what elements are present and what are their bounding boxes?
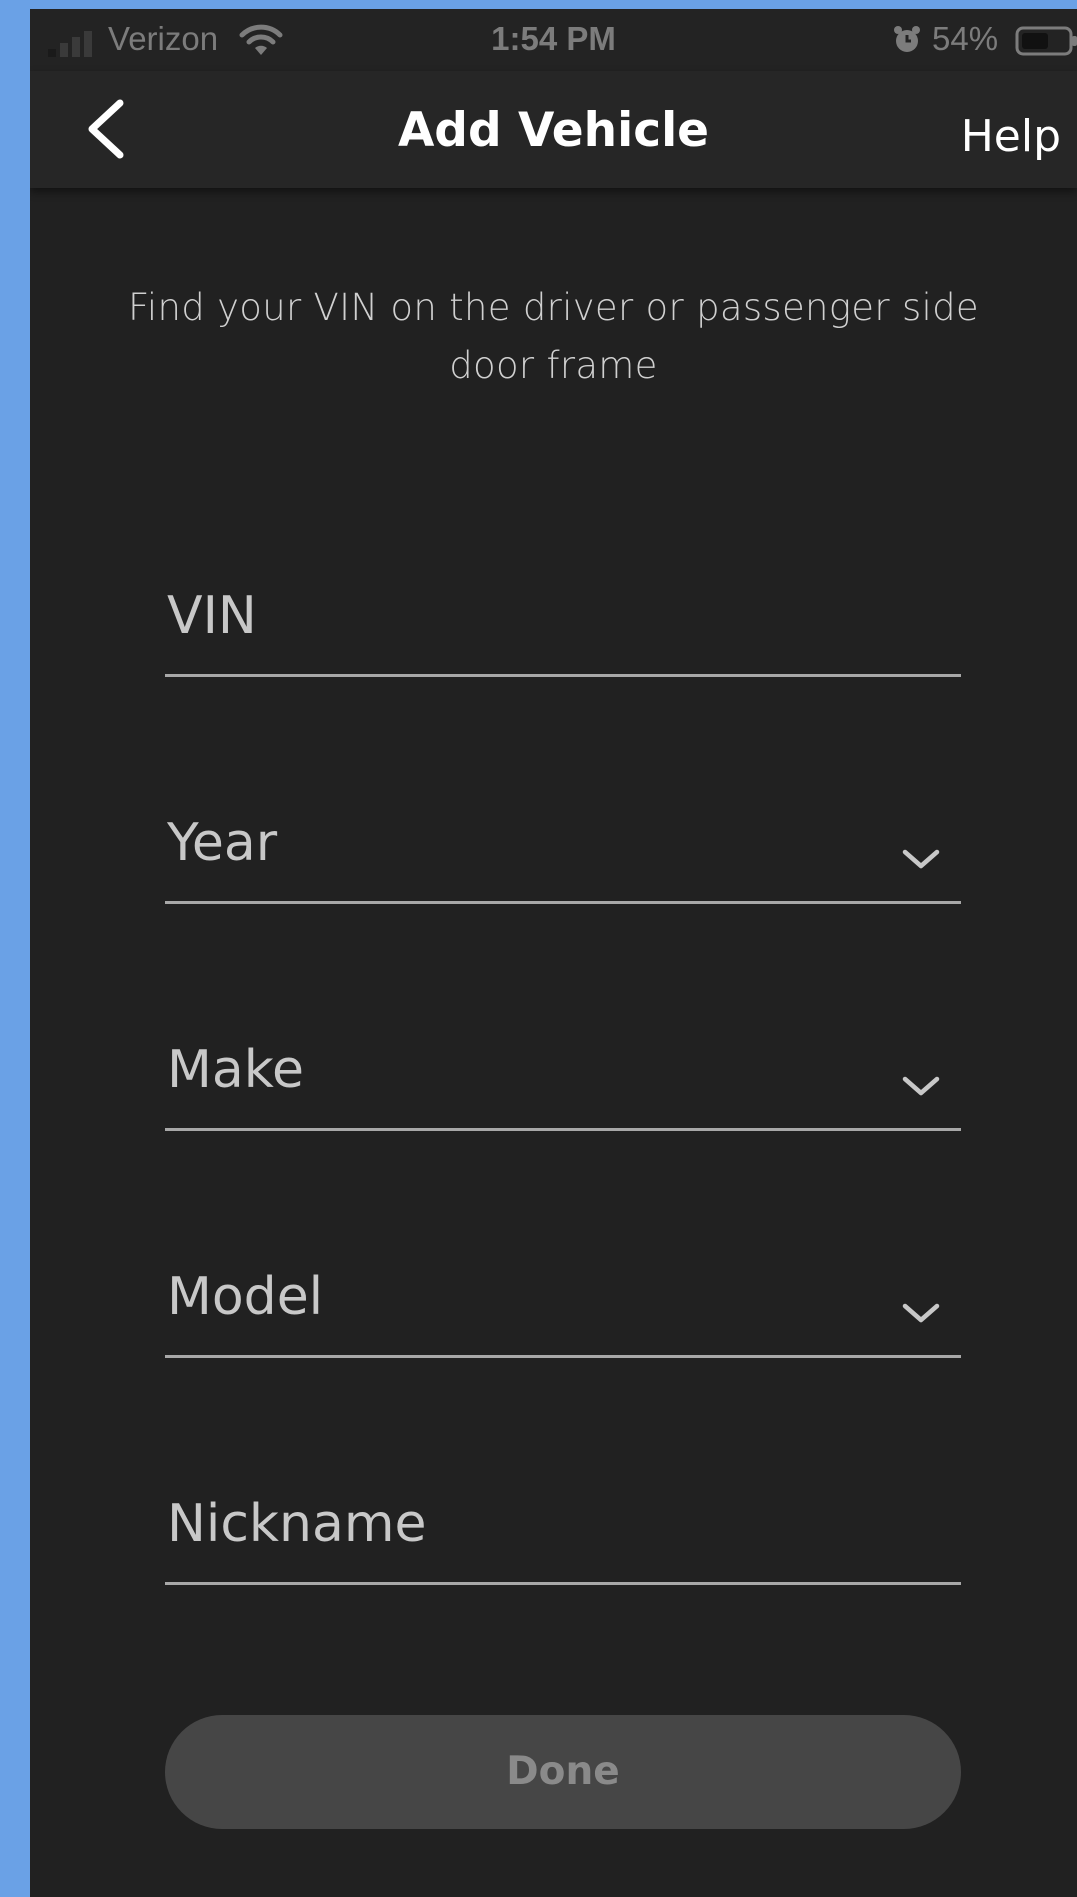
make-select-label: Make (167, 1040, 304, 1100)
help-button[interactable]: Help (961, 109, 1061, 165)
year-select-label: Year (167, 813, 278, 873)
year-select[interactable]: Year (165, 801, 961, 904)
chevron-down-icon (902, 849, 940, 869)
chevron-left-icon (88, 99, 124, 159)
nickname-field-label: Nickname (167, 1494, 427, 1554)
battery-icon (1015, 26, 1077, 56)
chevron-down-icon (902, 1303, 940, 1323)
back-button[interactable] (72, 93, 142, 165)
model-select-label: Model (167, 1267, 324, 1327)
status-bar: Verizon 1:54 PM 54% (30, 9, 1077, 71)
page-title: Add Vehicle (397, 103, 710, 158)
alarm-icon (894, 26, 920, 52)
done-button[interactable]: Done (165, 1715, 961, 1829)
vin-field-label: VIN (167, 586, 257, 646)
battery-percent: 54% (932, 20, 999, 57)
nickname-field[interactable]: Nickname (165, 1482, 961, 1585)
vin-instruction-text: Find your VIN on the driver or passenger… (128, 286, 979, 387)
model-select[interactable]: Model (165, 1255, 961, 1358)
nav-bar: Add Vehicle Help (30, 71, 1077, 188)
make-select[interactable]: Make (165, 1028, 961, 1131)
chevron-down-icon (902, 1076, 940, 1096)
phone-screen: Verizon 1:54 PM 54% Add Vehicle Help Fin… (30, 9, 1077, 1897)
vin-field[interactable]: VIN (165, 574, 961, 677)
